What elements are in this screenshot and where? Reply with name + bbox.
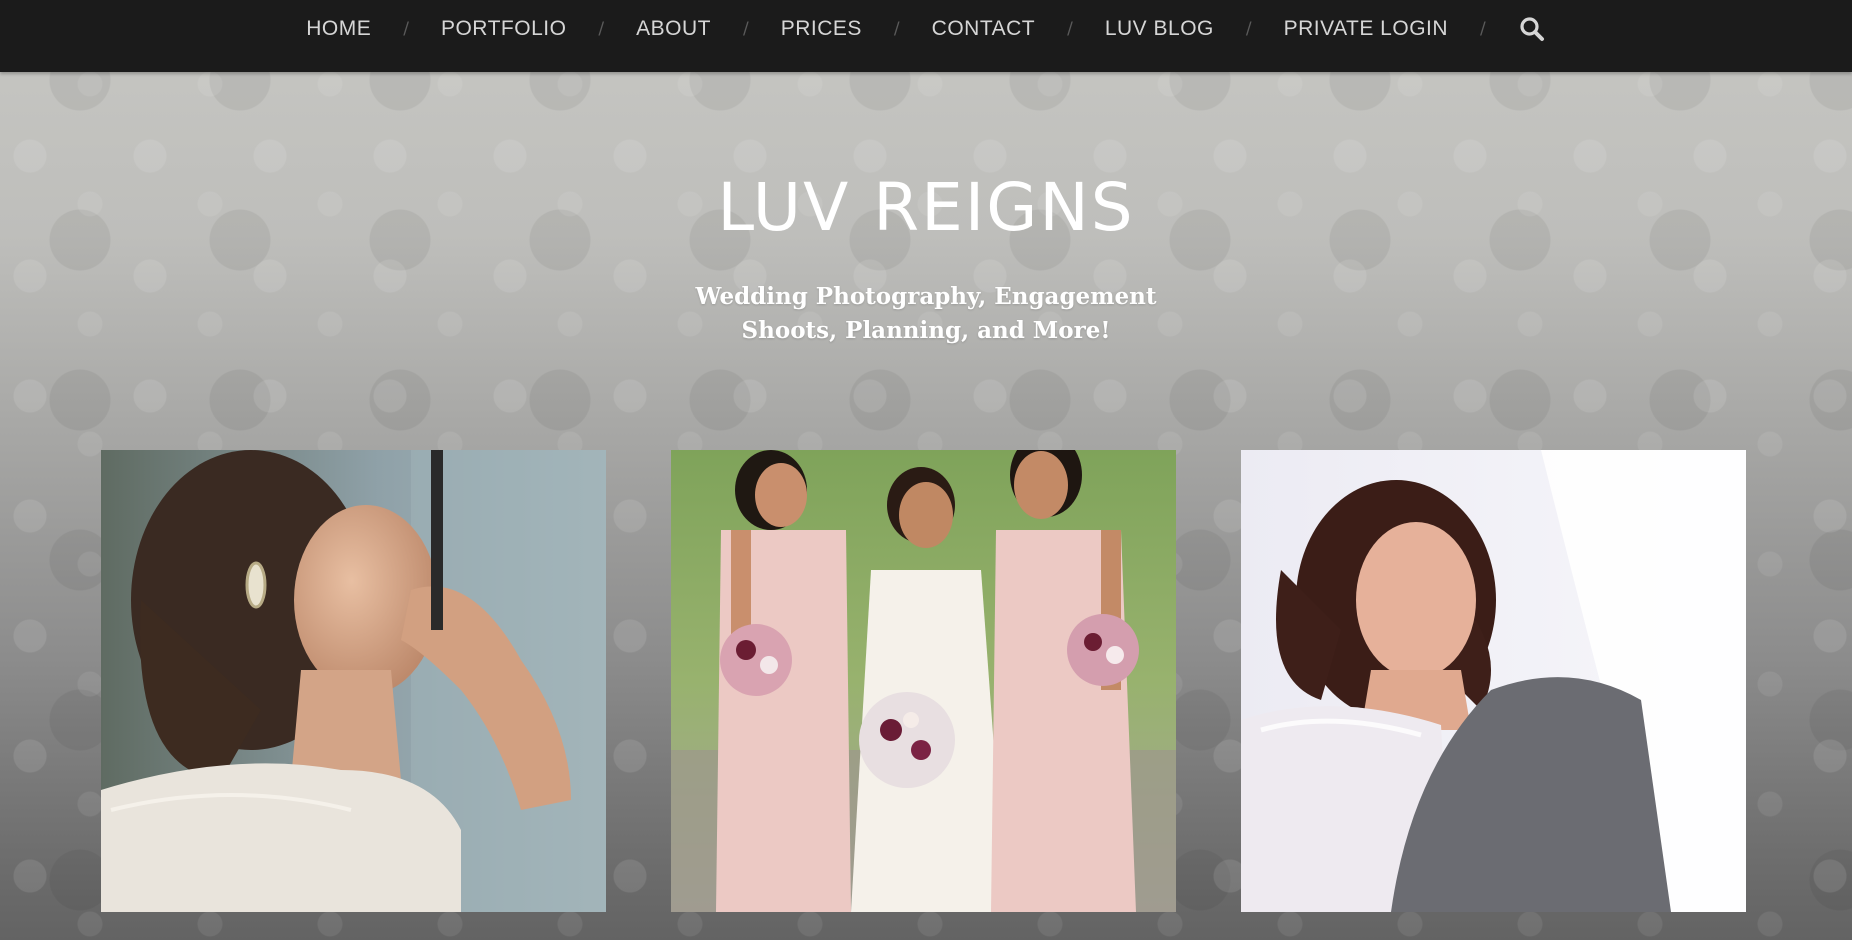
nav-separator: / <box>1067 19 1073 39</box>
nav-item-luv-blog[interactable]: LUV BLOG <box>1105 17 1214 41</box>
nav-item-contact[interactable]: CONTACT <box>932 17 1035 41</box>
site-tagline: Wedding Photography, Engagement Shoots, … <box>676 280 1176 348</box>
gallery-photo-bride-with-bridesmaids[interactable] <box>671 450 1176 912</box>
tagline-line-2: Shoots, Planning, and More! <box>741 317 1111 344</box>
nav-item-private-login[interactable]: PRIVATE LOGIN <box>1284 17 1448 41</box>
top-nav-bar: HOME / PORTFOLIO / ABOUT / PRICES / CONT… <box>0 0 1852 72</box>
tagline-line-1: Wedding Photography, Engagement <box>695 283 1157 310</box>
nav-separator: / <box>403 19 409 39</box>
nav-item-portfolio[interactable]: PORTFOLIO <box>441 17 566 41</box>
gallery-photo-bride-getting-ready[interactable] <box>101 450 606 912</box>
search-icon[interactable] <box>1518 15 1546 43</box>
nav-separator: / <box>1245 19 1252 39</box>
nav-separator: / <box>743 19 749 39</box>
nav-separator: / <box>893 19 900 39</box>
nav-item-about[interactable]: ABOUT <box>636 17 711 41</box>
main-nav: HOME / PORTFOLIO / ABOUT / PRICES / CONT… <box>0 0 1852 58</box>
nav-separator: / <box>1480 19 1486 39</box>
nav-separator: / <box>598 19 605 39</box>
nav-item-home[interactable]: HOME <box>306 17 371 41</box>
site-title: LUV REIGNS <box>717 169 1135 246</box>
gallery-photo-bride-at-ceremony[interactable] <box>1241 450 1746 912</box>
nav-item-prices[interactable]: PRICES <box>781 17 862 41</box>
